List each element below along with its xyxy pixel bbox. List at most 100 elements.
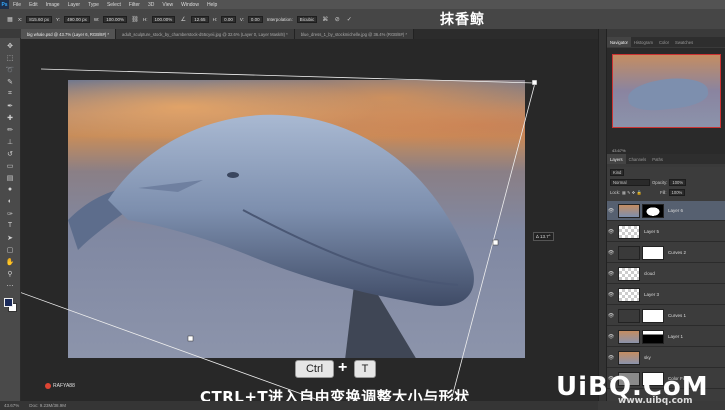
interpolation-select[interactable]: Bicubic [296, 15, 318, 23]
layer-thumbnail[interactable] [618, 350, 640, 365]
width-field[interactable]: 100.00% [103, 15, 128, 23]
menu-image[interactable]: Image [42, 2, 64, 8]
cancel-icon[interactable]: ⊘ [333, 15, 341, 23]
layer-mask-thumbnail[interactable] [642, 308, 664, 323]
more-icon[interactable]: ⋯ [4, 281, 16, 290]
layer-name[interactable]: cloud [644, 271, 655, 276]
eraser-icon[interactable]: ▭ [4, 161, 16, 170]
lasso-icon[interactable]: ➰ [4, 65, 16, 74]
vskew-field[interactable]: 0.00 [247, 15, 263, 23]
blend-mode-select[interactable]: Normal [610, 179, 650, 186]
type-icon[interactable]: T [4, 221, 16, 230]
layer-thumbnail[interactable] [618, 287, 640, 302]
hskew-field[interactable]: 0.00 [221, 15, 236, 23]
hand-icon[interactable]: ✋ [4, 257, 16, 266]
layer-thumbnail[interactable] [618, 245, 640, 260]
warp-icon[interactable]: ⌘ [321, 15, 329, 23]
navigator-panel[interactable]: 43.67% [607, 48, 725, 158]
layer-thumbnail[interactable] [618, 329, 640, 344]
panel-tab-layers[interactable]: Layers [607, 154, 626, 164]
layer-thumbnail[interactable] [618, 224, 640, 239]
history-brush-icon[interactable]: ↺ [4, 149, 16, 158]
panel-tab-navigator[interactable]: Navigator [607, 37, 631, 47]
panel-tab-color[interactable]: Color [656, 37, 672, 47]
quick-select-icon[interactable]: ✎ [4, 77, 16, 86]
menu-filter[interactable]: Filter [125, 2, 144, 8]
layer-thumbnail[interactable] [618, 266, 640, 281]
dodge-icon[interactable]: ◐ [4, 197, 16, 206]
stamp-icon[interactable]: ⊥ [4, 137, 16, 146]
layer-row[interactable]: 👁 Layer 6 [607, 201, 725, 221]
navigator-zoom[interactable]: 43.67% [612, 148, 626, 153]
panel-tab-channels[interactable]: Channels [626, 154, 650, 164]
panel-tab-paths[interactable]: Paths [649, 154, 666, 164]
menu-3d[interactable]: 3D [144, 2, 158, 8]
blur-icon[interactable]: ● [4, 185, 16, 194]
lock-icons[interactable]: ▦ ✎ ✥ 🔒 [622, 190, 658, 196]
layer-row[interactable]: 👁 cloud [607, 264, 725, 284]
visibility-eye-icon[interactable]: 👁 [607, 229, 615, 235]
layer-name[interactable]: Layer 5 [644, 229, 659, 234]
layer-kind-select[interactable]: Kind [610, 169, 625, 176]
move-icon[interactable]: ✥ [4, 41, 16, 50]
layer-name[interactable]: Layer 1 [668, 334, 683, 339]
menu-select[interactable]: Select [103, 2, 125, 8]
healing-icon[interactable]: ✚ [4, 113, 16, 122]
navigator-preview[interactable] [612, 54, 721, 128]
x-field[interactable]: 815.60 px [26, 15, 53, 23]
layer-name[interactable]: Layer 3 [644, 292, 659, 297]
menu-edit[interactable]: Edit [25, 2, 42, 8]
document-tab[interactable]: big whale.psd @ 43.7% (Layer 6, RGB/8#) … [21, 29, 116, 39]
menu-help[interactable]: Help [203, 2, 221, 8]
path-select-icon[interactable]: ➤ [4, 233, 16, 242]
document-tab[interactable]: blue_dress_1_by_stockmichelle.jpg @ 36.4… [294, 29, 414, 39]
visibility-eye-icon[interactable]: 👁 [607, 355, 615, 361]
opacity-field[interactable]: 100% [669, 179, 687, 186]
transform-reference-icon[interactable]: ▦ [6, 15, 14, 23]
visibility-eye-icon[interactable]: 👁 [607, 250, 615, 256]
layer-row[interactable]: 👁 Curves 1 [607, 306, 725, 326]
layer-mask-thumbnail[interactable] [642, 245, 664, 260]
layer-name[interactable]: Layer 6 [668, 208, 683, 213]
status-zoom[interactable]: 43.67% [4, 403, 19, 408]
layer-row[interactable]: 👁 sky [607, 348, 725, 368]
menu-view[interactable]: View [158, 2, 177, 8]
layer-name[interactable]: Curves 1 [668, 313, 686, 318]
crop-icon[interactable]: ⌗ [4, 89, 16, 98]
layer-row[interactable]: 👁 Layer 5 [607, 222, 725, 242]
layer-row[interactable]: 👁 Layer 1 [607, 327, 725, 347]
shape-icon[interactable]: ▢ [4, 245, 16, 254]
pen-icon[interactable]: ✑ [4, 209, 16, 218]
panel-tab-histogram[interactable]: Histogram [631, 37, 656, 47]
foreground-color-swatch[interactable] [4, 298, 13, 307]
menu-window[interactable]: Window [177, 2, 203, 8]
commit-icon[interactable]: ✓ [345, 15, 353, 23]
visibility-eye-icon[interactable]: 👁 [607, 313, 615, 319]
angle-field[interactable]: 12.65 [191, 15, 209, 23]
brush-icon[interactable]: ✏ [4, 125, 16, 134]
height-field[interactable]: 100.00% [151, 15, 176, 23]
eyedropper-icon[interactable]: ✒ [4, 101, 16, 110]
marquee-icon[interactable]: ⬚ [4, 53, 16, 62]
layer-name[interactable]: sky [644, 355, 651, 360]
layer-row[interactable]: 👁 Curves 2 [607, 243, 725, 263]
free-transform-box[interactable] [21, 39, 598, 401]
layer-row[interactable]: 👁 Layer 3 [607, 285, 725, 305]
panel-tab-swatches[interactable]: Swatches [672, 37, 696, 47]
layer-thumbnail[interactable] [618, 203, 640, 218]
canvas-area[interactable]: ∆ 13.7° Ctrl + T RAFYA88 [21, 39, 598, 401]
visibility-eye-icon[interactable]: 👁 [607, 271, 615, 277]
visibility-eye-icon[interactable]: 👁 [607, 292, 615, 298]
layer-mask-thumbnail[interactable] [642, 329, 664, 344]
layer-mask-thumbnail[interactable] [642, 203, 664, 218]
layer-name[interactable]: Curves 2 [668, 250, 686, 255]
menu-file[interactable]: File [9, 2, 25, 8]
zoom-icon[interactable]: ⚲ [4, 269, 16, 278]
visibility-eye-icon[interactable]: 👁 [607, 208, 615, 214]
document-tab[interactable]: adult_sculpture_stock_by_chamberstock-d5… [116, 29, 295, 39]
link-icon[interactable]: ⛓ [131, 15, 139, 23]
y-field[interactable]: 490.00 px [64, 15, 90, 23]
gradient-icon[interactable]: ▤ [4, 173, 16, 182]
fill-field[interactable]: 100% [668, 189, 686, 196]
menu-layer[interactable]: Layer [64, 2, 85, 8]
